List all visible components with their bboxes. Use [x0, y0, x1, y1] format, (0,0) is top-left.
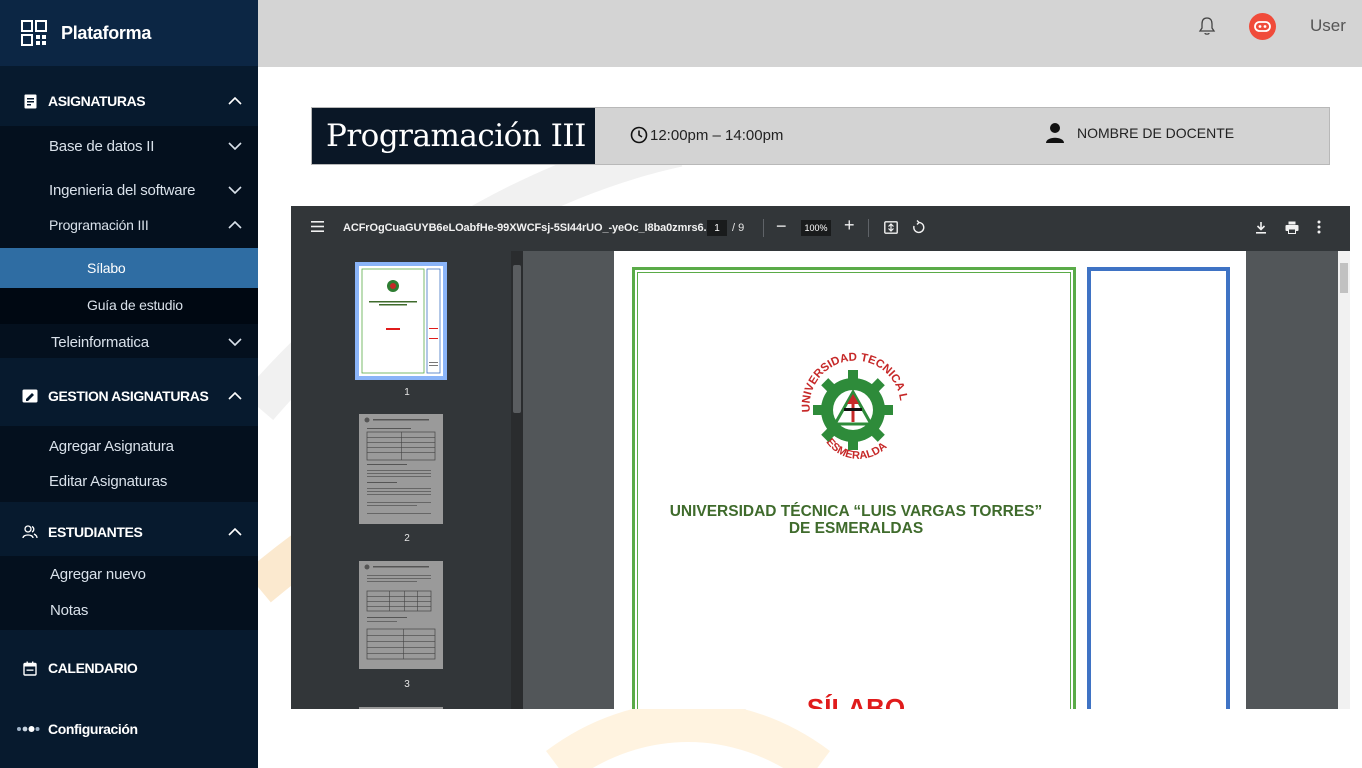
- sidebar-item-label: Agregar Asignatura: [49, 437, 174, 455]
- bell-icon[interactable]: [1198, 16, 1216, 36]
- thumbnail-page-2[interactable]: [359, 414, 443, 524]
- thumbnail-preview: [364, 564, 436, 660]
- pdf-toolbar: ACFrOgCuaGUYB6eLOabfHe-99XWCFsj-5SI44rUO…: [291, 206, 1350, 251]
- sidebar-item-programacion[interactable]: Programación III: [0, 208, 258, 242]
- section-estudiantes[interactable]: ESTUDIANTES: [0, 512, 258, 552]
- person-icon: [1046, 123, 1064, 143]
- university-line-2: DE ESMERALDAS: [788, 520, 924, 537]
- pdf-page: UNIVERSIDAD TECNICA LUIS VARGAS TORRES E…: [614, 251, 1246, 709]
- chevron-up-icon: [228, 392, 242, 400]
- course-schedule: 12:00pm – 14:00pm: [630, 126, 783, 144]
- brand-name: Plataforma: [61, 22, 152, 43]
- brand[interactable]: Plataforma: [0, 0, 258, 66]
- section-gestion-label: GESTION ASIGNATURAS: [48, 388, 209, 404]
- section-calendario-label: CALENDARIO: [48, 660, 138, 676]
- page-total: / 9: [732, 222, 745, 234]
- sidebar-item-label: Editar Asignaturas: [49, 472, 168, 490]
- thumbnail-label: 1: [404, 387, 410, 398]
- menu-icon[interactable]: [311, 221, 324, 232]
- scrollbar-thumb[interactable]: [1340, 263, 1348, 293]
- sidebar-item-silabo[interactable]: Sílabo: [0, 248, 258, 288]
- sidebar-item-agregar-nuevo[interactable]: Agregar nuevo: [0, 557, 258, 591]
- chevron-down-icon: [228, 338, 242, 346]
- dots-icon: [16, 721, 40, 737]
- course-teacher: NOMBRE DE DOCENTE: [1045, 122, 1234, 144]
- zoom-in-button[interactable]: +: [844, 215, 855, 236]
- course-header: Programación III 12:00pm – 14:00pm NOMBR…: [311, 107, 1330, 165]
- thumbnail-preview: [361, 268, 441, 374]
- thumbnail-page-1[interactable]: [355, 262, 447, 380]
- page-number-input[interactable]: 1: [707, 220, 727, 236]
- toolbar-divider: [763, 219, 764, 237]
- course-title: Programación III: [312, 108, 595, 164]
- section-asignaturas[interactable]: ASIGNATURAS: [0, 82, 258, 120]
- thumbnail-panel: 1 2 3: [291, 251, 523, 709]
- qr-grid-icon: [21, 20, 47, 46]
- sidebar-item-label: Notas: [50, 601, 89, 619]
- toolbar-divider: [868, 219, 869, 237]
- sidebar-item-label: Guía de estudio: [87, 297, 183, 313]
- university-line-1: UNIVERSIDAD TÉCNICA “LUIS VARGAS TORRES”: [669, 503, 1043, 520]
- thumbnail-label: 2: [404, 533, 410, 544]
- section-asignaturas-label: ASIGNATURAS: [48, 93, 146, 109]
- thumbnail-page-3[interactable]: [359, 561, 443, 669]
- chevron-up-icon: [228, 97, 242, 105]
- sidebar-item-guia[interactable]: Guía de estudio: [0, 288, 258, 322]
- sidebar: Plataforma ASIGNATURAS Base de datos II …: [0, 0, 258, 768]
- sidebar-item-label: Teleinformatica: [51, 333, 149, 351]
- sidebar-item-label: Agregar nuevo: [50, 565, 146, 583]
- chevron-down-icon: [228, 186, 242, 194]
- section-configuracion-label: Configuración: [48, 721, 138, 737]
- sidebar-item-label: Ingenieria del software: [49, 181, 196, 199]
- sidebar-item-base-de-datos[interactable]: Base de datos II: [0, 129, 258, 163]
- book-icon: [22, 93, 38, 109]
- users-icon: [22, 524, 38, 540]
- blue-side-frame: [1087, 267, 1230, 709]
- sidebar-item-label: Base de datos II: [49, 137, 155, 155]
- sidebar-item-editar-asignaturas[interactable]: Editar Asignaturas: [0, 464, 258, 498]
- pdf-viewer: ACFrOgCuaGUYB6eLOabfHe-99XWCFsj-5SI44rUO…: [291, 206, 1350, 709]
- avatar[interactable]: [1249, 13, 1276, 40]
- chevron-up-icon: [228, 221, 242, 229]
- zoom-input[interactable]: 100%: [801, 220, 831, 236]
- top-bar: User: [258, 0, 1362, 67]
- section-estudiantes-label: ESTUDIANTES: [48, 524, 143, 540]
- course-time: 12:00pm – 14:00pm: [650, 126, 784, 144]
- sidebar-item-agregar-asignatura[interactable]: Agregar Asignatura: [0, 429, 258, 463]
- sidebar-item-ingenieria[interactable]: Ingenieria del software: [0, 173, 258, 207]
- user-name[interactable]: User: [1310, 16, 1346, 36]
- clock-icon: [630, 126, 648, 144]
- sidebar-item-label: Programación III: [49, 217, 149, 233]
- thumbnail-page-4[interactable]: [359, 707, 443, 709]
- university-seal-logo: UNIVERSIDAD TECNICA LUIS VARGAS TORRES E…: [788, 342, 909, 462]
- document-heading: SÍLABO: [806, 693, 906, 709]
- sidebar-item-label: Sílabo: [87, 260, 126, 276]
- print-icon[interactable]: [1285, 221, 1299, 234]
- sidebar-item-notas[interactable]: Notas: [0, 593, 258, 627]
- edit-icon: [22, 388, 38, 404]
- chevron-down-icon: [228, 142, 242, 150]
- fit-page-icon[interactable]: [884, 221, 898, 234]
- rotate-icon[interactable]: [911, 220, 925, 235]
- thumbnail-preview: [364, 417, 436, 514]
- thumbnail-scrollbar[interactable]: [511, 251, 523, 709]
- university-name: UNIVERSIDAD TÉCNICA “LUIS VARGAS TORRES”…: [636, 503, 1076, 537]
- more-vert-icon[interactable]: [1317, 220, 1321, 234]
- scrollbar-thumb[interactable]: [513, 265, 521, 413]
- teacher-name: NOMBRE DE DOCENTE: [1077, 125, 1235, 141]
- pdf-filename: ACFrOgCuaGUYB6eLOabfHe-99XWCFsj-5SI44rUO…: [343, 222, 713, 234]
- section-gestion[interactable]: GESTION ASIGNATURAS: [0, 376, 258, 416]
- green-page-frame: [632, 267, 1076, 709]
- sidebar-item-teleinformatica[interactable]: Teleinformatica: [0, 325, 258, 359]
- calendar-icon: [22, 660, 38, 676]
- thumbnail-label: 3: [404, 679, 410, 690]
- page-scrollbar[interactable]: [1338, 251, 1350, 709]
- section-configuracion[interactable]: Configuración: [0, 710, 258, 748]
- section-calendario[interactable]: CALENDARIO: [0, 648, 258, 688]
- zoom-out-button[interactable]: −: [776, 216, 787, 237]
- chevron-up-icon: [228, 528, 242, 536]
- download-icon[interactable]: [1255, 221, 1267, 234]
- robot-face-icon: [1254, 21, 1271, 32]
